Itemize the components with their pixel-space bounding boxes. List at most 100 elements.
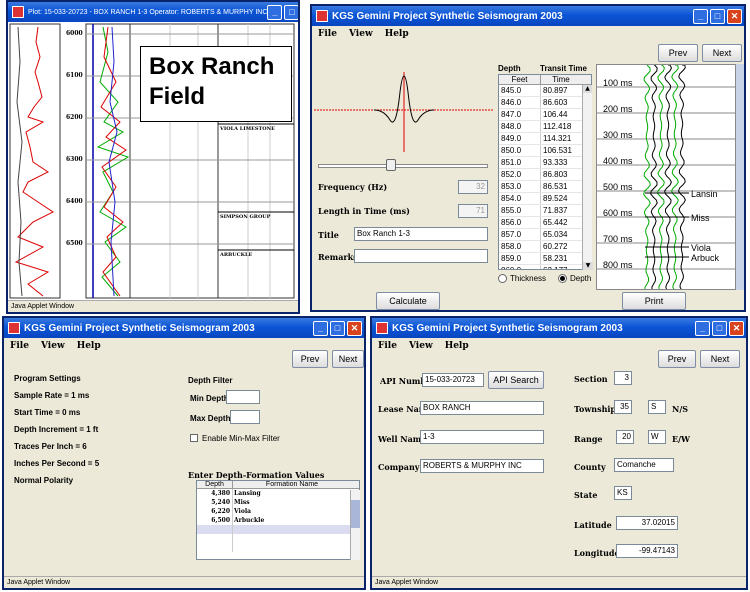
- maximize-icon[interactable]: □: [710, 8, 725, 24]
- seismic-trace: [670, 65, 679, 289]
- menu-file[interactable]: File: [378, 341, 397, 351]
- section-field[interactable]: 3: [614, 371, 632, 385]
- well-name-field[interactable]: 1-3: [420, 430, 544, 444]
- table-row[interactable]: 848.0 112.418: [499, 121, 591, 133]
- formation-scrollbar[interactable]: [350, 490, 360, 560]
- plot-titlebar[interactable]: Plot: 15-033-20723 - BOX RANCH 1-3 Opera…: [8, 2, 298, 22]
- length-field[interactable]: 71: [458, 204, 488, 218]
- table-scrollbar[interactable]: ▲ ▼: [582, 85, 593, 270]
- formation-row[interactable]: [197, 525, 359, 534]
- frequency-field[interactable]: 32: [458, 180, 488, 194]
- print-button[interactable]: Print: [622, 292, 686, 310]
- formation-row[interactable]: 6,220 Viola: [197, 507, 359, 516]
- table-row[interactable]: 854.0 89.524: [499, 193, 591, 205]
- enable-minmax-checkbox[interactable]: [190, 434, 198, 442]
- col-feet[interactable]: Feet: [499, 75, 541, 84]
- maximize-icon[interactable]: □: [330, 320, 345, 336]
- table-row[interactable]: 860.062.177: [499, 265, 591, 269]
- calculate-button[interactable]: Calculate: [376, 292, 440, 310]
- java-icon: [8, 322, 20, 334]
- time-cell: 60.272: [543, 242, 568, 251]
- next-button[interactable]: Next: [332, 350, 364, 368]
- range-dir-field[interactable]: W: [648, 430, 666, 444]
- close-icon[interactable]: ✕: [347, 320, 362, 336]
- depth-cell: 851.0: [499, 157, 541, 168]
- api-field[interactable]: 15-033-20723: [422, 373, 484, 387]
- latitude-field[interactable]: 37.02015: [616, 516, 678, 530]
- col-formation[interactable]: Formation Name: [233, 481, 351, 488]
- longitude-field[interactable]: -99.47143: [616, 544, 678, 558]
- time-mark-label: 300 ms: [603, 130, 633, 140]
- title-field[interactable]: Box Ranch 1-3: [354, 227, 488, 241]
- formation-row[interactable]: [197, 543, 359, 552]
- prev-button[interactable]: Prev: [292, 350, 328, 368]
- time-mark-label: 200 ms: [603, 104, 633, 114]
- maximize-icon[interactable]: □: [284, 4, 298, 20]
- close-icon[interactable]: ✕: [727, 8, 742, 24]
- table-row[interactable]: 857.0 65.034: [499, 229, 591, 241]
- latitude-label: Latitude: [574, 520, 612, 530]
- remarks-field[interactable]: [354, 249, 488, 263]
- maximize-icon[interactable]: □: [712, 320, 727, 336]
- table-row[interactable]: 850.0 106.531: [499, 145, 591, 157]
- table-row[interactable]: 853.0 86.531: [499, 181, 591, 193]
- settings-titlebar[interactable]: KGS Gemini Project Synthetic Seismogram …: [4, 318, 364, 338]
- table-row[interactable]: 858.0 60.272: [499, 241, 591, 253]
- table-row[interactable]: 846.0 86.603: [499, 97, 591, 109]
- range-field[interactable]: 20: [616, 430, 634, 444]
- minimize-icon[interactable]: _: [695, 320, 710, 336]
- minimize-icon[interactable]: _: [693, 8, 708, 24]
- formation-row[interactable]: 5,240 Miss: [197, 498, 359, 507]
- county-field[interactable]: Comanche: [614, 458, 674, 472]
- menu-view[interactable]: View: [41, 341, 65, 351]
- col-time[interactable]: Time: [541, 75, 581, 84]
- menu-help[interactable]: Help: [385, 29, 409, 39]
- menu-file[interactable]: File: [10, 341, 29, 351]
- table-row[interactable]: 845.0 80.897: [499, 85, 591, 97]
- table-row[interactable]: 851.0 93.333: [499, 157, 591, 169]
- frequency-slider[interactable]: [318, 164, 488, 168]
- longitude-label: Longitude: [574, 548, 620, 558]
- seismogram-window: KGS Gemini Project Synthetic Seismogram …: [310, 4, 746, 312]
- prev-button[interactable]: Prev: [658, 350, 696, 368]
- table-row[interactable]: 852.0 86.803: [499, 169, 591, 181]
- table-row[interactable]: 855.0 71.837: [499, 205, 591, 217]
- minimize-icon[interactable]: _: [313, 320, 328, 336]
- table-row[interactable]: 847.0 106.44: [499, 109, 591, 121]
- well-titlebar[interactable]: KGS Gemini Project Synthetic Seismogram …: [372, 318, 746, 338]
- depth-filter-label: Depth Filter: [188, 376, 233, 385]
- table-row[interactable]: 849.0 114.321: [499, 133, 591, 145]
- max-depth-field[interactable]: [230, 410, 260, 424]
- next-button[interactable]: Next: [700, 350, 740, 368]
- township-field[interactable]: 35: [614, 400, 632, 414]
- title-label: Title: [318, 230, 339, 240]
- formation-row[interactable]: 6,500 Arbuckle: [197, 516, 359, 525]
- table-row[interactable]: 859.0 58.231: [499, 253, 591, 265]
- depth-radio[interactable]: [558, 274, 567, 283]
- menu-help[interactable]: Help: [445, 341, 469, 351]
- col-depth[interactable]: Depth: [197, 481, 233, 488]
- formation-row[interactable]: [197, 534, 359, 543]
- menu-help[interactable]: Help: [77, 341, 101, 351]
- seismogram-plot: 100 ms 200 ms 300 ms 400 ms 500 ms 600 ms 700 …: [596, 64, 736, 290]
- thickness-radio[interactable]: [498, 274, 507, 283]
- company-field[interactable]: ROBERTS & MURPHY INC: [420, 459, 544, 473]
- township-dir-field[interactable]: S: [648, 400, 666, 414]
- minimize-icon[interactable]: _: [267, 4, 283, 20]
- menu-view[interactable]: View: [349, 29, 373, 39]
- api-search-button[interactable]: API Search: [488, 371, 544, 389]
- table-row[interactable]: 856.0 65.442: [499, 217, 591, 229]
- seismo-scrollbar[interactable]: [736, 64, 744, 290]
- seismo-titlebar[interactable]: KGS Gemini Project Synthetic Seismogram …: [312, 6, 744, 26]
- formation-row[interactable]: 4,380 Lansing: [197, 489, 359, 498]
- depth-cell: 852.0: [499, 169, 541, 180]
- min-depth-field[interactable]: [226, 390, 260, 404]
- menu-file[interactable]: File: [318, 29, 337, 39]
- close-icon[interactable]: ✕: [729, 320, 744, 336]
- slider-thumb[interactable]: [386, 159, 396, 171]
- prev-button[interactable]: Prev: [658, 44, 698, 62]
- menu-view[interactable]: View: [409, 341, 433, 351]
- next-button[interactable]: Next: [702, 44, 742, 62]
- lease-field[interactable]: BOX RANCH: [420, 401, 544, 415]
- state-field[interactable]: KS: [614, 486, 632, 500]
